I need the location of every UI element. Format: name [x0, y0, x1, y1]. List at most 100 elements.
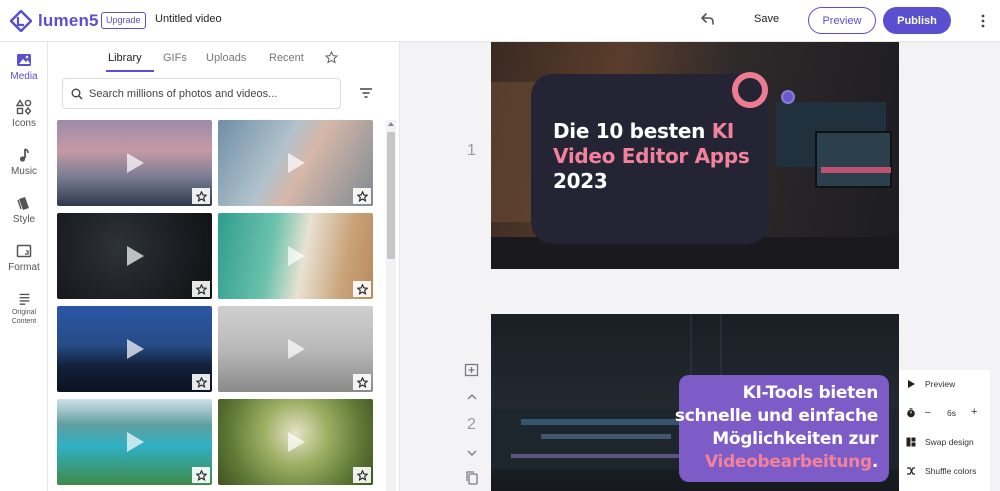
storyboard: 1 Die 10 besten KI Video Editor Apps 202…: [400, 42, 1000, 491]
duplicate-icon[interactable]: [464, 470, 480, 486]
filter-icon[interactable]: [359, 87, 373, 99]
brand-name: lumen5: [38, 11, 99, 30]
left-rail: Media Icons Music Style Format Original …: [0, 42, 48, 491]
media-search: [62, 78, 341, 109]
decrease-duration-button[interactable]: –: [925, 407, 931, 418]
scrollbar-thumb[interactable]: [387, 132, 395, 259]
brand-logo[interactable]: lumen5: [10, 10, 99, 32]
rail-item-original-content[interactable]: Original Content: [0, 292, 48, 326]
chevron-up-icon[interactable]: [464, 389, 480, 405]
timer-icon: [907, 408, 915, 418]
search-icon: [71, 88, 83, 100]
play-icon: [127, 339, 144, 359]
scene-2-line-2[interactable]: schnelle und einfache: [675, 406, 878, 426]
shuffle-icon: [907, 467, 915, 475]
text-segment: KI-Tools bieten: [742, 383, 879, 403]
rail-label: Format: [8, 262, 40, 273]
option-label: Swap design: [925, 437, 974, 447]
rail-item-icons[interactable]: Icons: [0, 99, 48, 129]
favorite-button[interactable]: [353, 188, 371, 204]
shapes-icon: [16, 99, 32, 115]
search-input[interactable]: [89, 84, 334, 104]
media-thumbnail[interactable]: [57, 120, 212, 206]
rail-item-format[interactable]: Format: [0, 243, 48, 273]
document-lines-icon: [19, 293, 29, 305]
favorite-button[interactable]: [192, 281, 210, 297]
favorite-button[interactable]: [192, 188, 210, 204]
lumen5-logo-icon: [10, 10, 32, 32]
rail-item-style[interactable]: Style: [0, 195, 48, 225]
play-icon: [127, 153, 144, 173]
increase-duration-button[interactable]: +: [971, 406, 977, 418]
highlighted-text: Videobearbeitung: [704, 452, 872, 472]
more-options-icon[interactable]: [977, 13, 989, 29]
star-icon: [356, 283, 368, 295]
shuffle-colors-button[interactable]: Shuffle colors: [899, 457, 990, 485]
media-thumbnail[interactable]: [57, 399, 212, 485]
highlighted-text: KI: [711, 119, 735, 143]
option-label: Preview: [925, 379, 956, 389]
rail-label: Media: [10, 71, 38, 82]
preview-button[interactable]: Preview: [808, 7, 876, 34]
undo-icon[interactable]: [698, 11, 716, 29]
star-icon: [356, 469, 368, 481]
media-thumbnail[interactable]: [57, 306, 212, 392]
chevron-down-icon[interactable]: [464, 445, 480, 461]
play-icon: [127, 432, 144, 452]
scene-2-preview[interactable]: KI-Tools bieten schnelle und einfache Mö…: [491, 314, 899, 491]
scene-2-line-3[interactable]: Möglichkeiten zur: [712, 429, 878, 449]
swap-design-button[interactable]: Swap design: [899, 428, 990, 456]
rail-label: Music: [10, 166, 38, 177]
text-segment: .: [871, 452, 878, 472]
publish-button[interactable]: Publish: [883, 7, 951, 34]
media-grid: [57, 120, 377, 491]
media-panel: Library GIFs Uploads Recent: [48, 42, 400, 491]
favorite-button[interactable]: [192, 374, 210, 390]
decorative-ring: [732, 72, 768, 108]
image-icon: [17, 54, 31, 66]
music-note-icon: [19, 148, 29, 162]
document-title[interactable]: Untitled video: [155, 13, 222, 25]
media-scrollbar[interactable]: [386, 120, 396, 491]
add-scene-icon[interactable]: [464, 363, 480, 379]
save-button[interactable]: Save: [754, 13, 779, 25]
play-icon: [288, 432, 305, 452]
scene-1-line-3[interactable]: 2023: [553, 169, 608, 193]
favorite-button[interactable]: [353, 467, 371, 483]
favorite-button[interactable]: [353, 281, 371, 297]
media-thumbnail[interactable]: [57, 213, 212, 299]
rail-item-music[interactable]: Music: [0, 147, 48, 177]
decorative-dot: [781, 90, 795, 104]
top-bar: lumen5 Upgrade Untitled video Save Previ…: [0, 0, 1000, 42]
rail-item-media[interactable]: Media: [0, 52, 48, 82]
star-icon: [195, 190, 207, 202]
tab-gifs[interactable]: GIFs: [163, 52, 187, 64]
scene-1-line-2[interactable]: Video Editor Apps: [553, 144, 750, 168]
star-icon: [195, 376, 207, 388]
text-segment: schnelle und einfache: [674, 406, 878, 426]
media-thumbnail[interactable]: [218, 399, 373, 485]
scene-2-line-4[interactable]: Videobearbeitung.: [705, 452, 878, 472]
favorite-button[interactable]: [192, 467, 210, 483]
upgrade-button[interactable]: Upgrade: [101, 12, 146, 29]
play-icon: [288, 339, 305, 359]
star-icon: [195, 469, 207, 481]
media-thumbnail[interactable]: [218, 306, 373, 392]
tab-uploads[interactable]: Uploads: [206, 52, 246, 64]
tab-library[interactable]: Library: [108, 52, 142, 64]
play-icon: [127, 246, 144, 266]
media-tabs: Library GIFs Uploads Recent: [48, 42, 400, 72]
scene-preview-button[interactable]: Preview: [899, 370, 990, 398]
favorite-button[interactable]: [353, 374, 371, 390]
text-segment: 2023: [553, 169, 608, 193]
rail-label: Style: [12, 214, 36, 225]
scene-1-line-1[interactable]: Die 10 besten KI: [553, 119, 734, 143]
scene-1-preview[interactable]: Die 10 besten KI Video Editor Apps 2023: [491, 42, 899, 269]
media-thumbnail[interactable]: [218, 120, 373, 206]
star-icon[interactable]: [325, 51, 338, 64]
media-thumbnail[interactable]: [218, 213, 373, 299]
tab-recent[interactable]: Recent: [269, 52, 304, 64]
highlighted-text: Video Editor Apps: [553, 144, 750, 168]
scroll-up-icon[interactable]: [388, 122, 394, 126]
scene-2-line-1[interactable]: KI-Tools bieten: [742, 383, 879, 403]
